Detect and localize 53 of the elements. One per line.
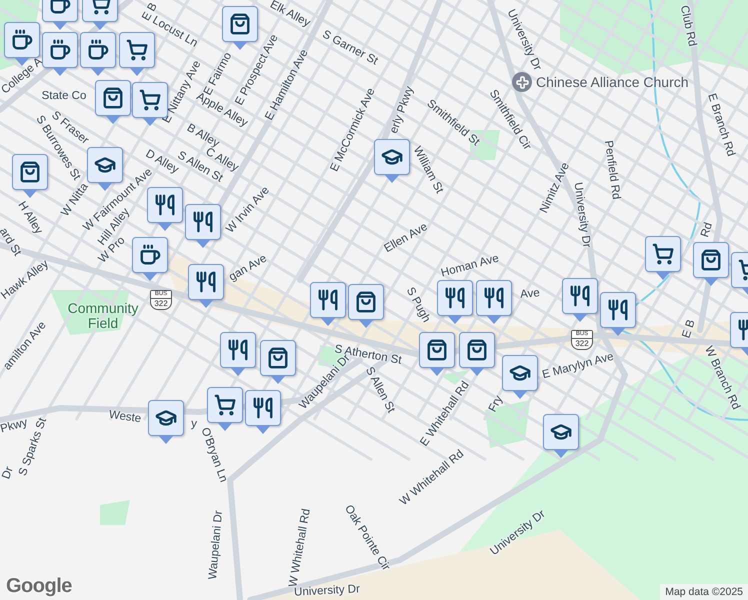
fork-knife-icon: [444, 287, 466, 309]
coffee-cup-icon: [11, 29, 33, 51]
shopping-cart-icon: [126, 39, 148, 61]
street-label: Rd: [699, 221, 715, 239]
shopping-cart-icon: [139, 89, 161, 111]
coffee-cup-icon: [139, 244, 161, 266]
street-label: y: [190, 418, 198, 430]
street-label: E Marylyn Ave: [541, 350, 615, 382]
street-label: erly Pkwy: [388, 84, 416, 136]
street-label: Ave: [520, 287, 540, 301]
coffee-cup-icon: [49, 39, 71, 61]
street-label: University Dr: [571, 182, 593, 248]
street-label: E Branch Rd: [705, 92, 737, 158]
street-label: Club Rd: [678, 4, 698, 48]
coffee-cup-icon: [87, 39, 109, 61]
street-label: Homan Ave: [440, 252, 500, 280]
fork-knife-icon: [483, 287, 505, 309]
street-label: Pkwy: [0, 416, 29, 436]
shopping-bag-icon: [19, 161, 41, 183]
street-label: Weste: [108, 408, 142, 426]
street-label: Ellen Ave: [382, 220, 430, 256]
shopping-bag-icon: [355, 291, 377, 313]
street-label: Waupelani Dr: [207, 510, 225, 580]
shopping-bag-icon: [700, 249, 722, 271]
shopping-bag-icon: [466, 339, 488, 361]
map-logo: Google: [6, 575, 72, 598]
fork-knife-icon: [195, 271, 217, 293]
fork-knife-icon: [317, 289, 339, 311]
fork-knife-icon: [192, 211, 214, 233]
shopping-bag-icon: [102, 87, 124, 109]
street-label: Dr: [0, 465, 16, 481]
park-label: Community Field: [66, 301, 140, 331]
street-label: Penfield Rd: [602, 140, 622, 200]
shopping-bag-icon: [267, 347, 289, 369]
street-label: S Pugh: [404, 286, 432, 324]
fork-knife-icon: [154, 194, 176, 216]
shopping-bag-icon: [229, 13, 251, 35]
fork-knife-icon: [227, 339, 249, 361]
street-label: O'Bryan Ln: [198, 426, 230, 484]
shopping-cart-icon: [214, 394, 236, 416]
street-label: State Co: [42, 90, 86, 102]
street-label: Fry: [486, 394, 506, 414]
street-label: E B: [680, 318, 698, 340]
place-label[interactable]: Chinese Alliance Church: [536, 74, 689, 90]
fork-knife-icon: [569, 285, 591, 307]
fork-knife-icon: [607, 299, 629, 321]
street-label: W Irvin Ave: [224, 184, 272, 236]
map-attribution: Map data ©2025: [660, 584, 748, 600]
fork-knife-icon: [252, 397, 274, 419]
street-label: gan Ave: [227, 252, 269, 284]
shopping-bag-icon: [426, 339, 448, 361]
shopping-cart-icon: [652, 243, 674, 265]
street-label: S Allen St: [363, 365, 397, 415]
